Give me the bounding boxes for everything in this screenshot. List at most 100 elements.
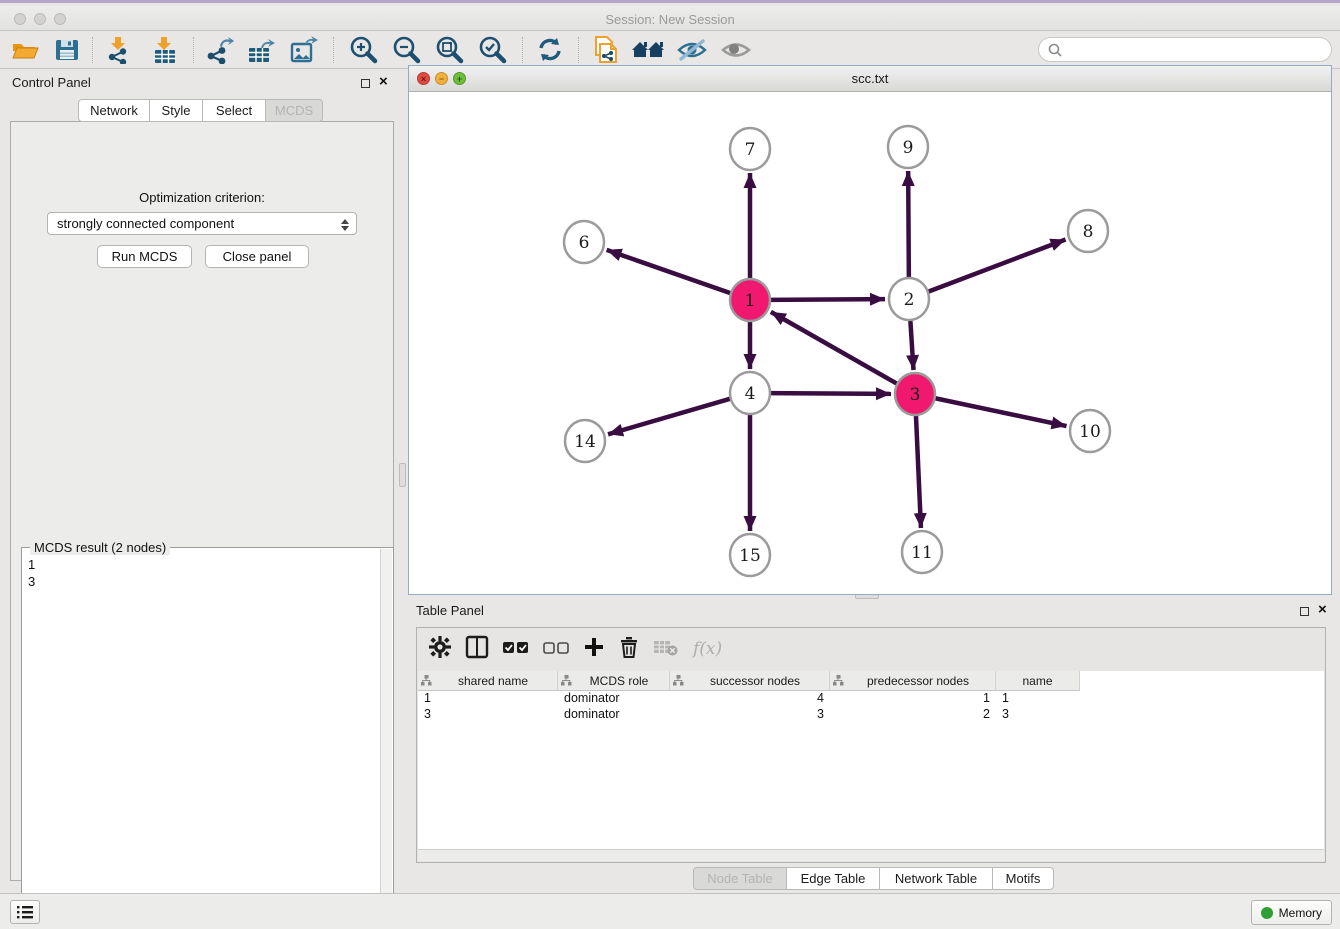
mcds-result-item: 1 xyxy=(28,556,35,573)
control-panel: Control Panel × NetworkStyleSelectMCDS O… xyxy=(8,71,397,887)
tab-node-table[interactable]: Node Table xyxy=(693,867,787,890)
node-label-3: 3 xyxy=(910,385,921,405)
float-panel-icon[interactable] xyxy=(361,79,370,88)
control-panel-tabs: NetworkStyleSelectMCDS xyxy=(78,99,323,122)
edge-4-3[interactable] xyxy=(770,393,891,394)
table-panel-tabs: Node TableEdge TableNetwork TableMotifs xyxy=(693,867,1054,890)
edge-2-9[interactable] xyxy=(908,171,909,279)
column-header-successor-nodes[interactable]: successor nodes xyxy=(670,671,830,691)
delete-row-icon[interactable] xyxy=(619,635,639,664)
edge-2-8[interactable] xyxy=(928,240,1066,292)
toolbar-separator xyxy=(92,37,93,63)
delete-table-icon[interactable] xyxy=(653,637,679,662)
tab-edge-table[interactable]: Edge Table xyxy=(786,867,880,890)
edge-1-2[interactable] xyxy=(770,299,885,300)
toolbar-separator xyxy=(193,37,194,63)
application-window: Session: New Session xyxy=(0,0,1340,926)
add-row-icon[interactable] xyxy=(583,636,605,663)
node-label-15: 15 xyxy=(739,546,761,566)
tab-motifs[interactable]: Motifs xyxy=(992,867,1054,890)
import-network-icon[interactable] xyxy=(103,34,137,66)
tab-network-table[interactable]: Network Table xyxy=(879,867,993,890)
node-14[interactable]: 14 xyxy=(565,420,605,462)
task-history-button[interactable] xyxy=(10,900,40,924)
memory-button[interactable]: Memory xyxy=(1251,900,1332,925)
column-header-shared-name[interactable]: shared name xyxy=(418,671,558,691)
control-panel-title: Control Panel xyxy=(12,75,91,90)
node-7[interactable]: 7 xyxy=(730,128,770,170)
search-field[interactable] xyxy=(1038,37,1332,62)
show-all-icon[interactable] xyxy=(719,34,753,66)
column-tree-icon xyxy=(561,675,572,686)
node-4[interactable]: 4 xyxy=(730,372,770,414)
hide-selected-icon[interactable] xyxy=(675,34,709,66)
select-all-icon[interactable] xyxy=(503,640,529,659)
close-table-panel-icon[interactable]: × xyxy=(1318,605,1327,615)
criterion-select[interactable]: strongly connected component xyxy=(47,212,357,235)
node-9[interactable]: 9 xyxy=(888,126,928,168)
save-session-icon[interactable] xyxy=(50,34,84,66)
node-label-7: 7 xyxy=(745,140,756,160)
vertical-splitter-handle[interactable] xyxy=(399,463,406,487)
network-graph: 7 9 6 8 1 2 4 3 14 10 15 11 xyxy=(409,92,1331,594)
node-10[interactable]: 10 xyxy=(1070,410,1110,452)
search-input[interactable] xyxy=(1063,42,1331,57)
table-cell: 1 xyxy=(830,691,996,707)
table-row[interactable]: 3dominator323 xyxy=(418,707,1324,723)
column-tree-icon xyxy=(421,675,432,686)
table-cell: 4 xyxy=(670,691,830,707)
refresh-icon[interactable] xyxy=(533,34,567,66)
node-2[interactable]: 2 xyxy=(889,278,929,320)
table-row[interactable]: 1dominator411 xyxy=(418,691,1324,707)
edge-3-10[interactable] xyxy=(935,398,1067,426)
node-table[interactable]: shared nameMCDS rolesuccessor nodesprede… xyxy=(418,671,1324,849)
result-scrollbar[interactable] xyxy=(380,549,392,921)
network-window-titlebar[interactable]: × − + scc.txt xyxy=(409,66,1331,92)
run-mcds-button[interactable]: Run MCDS xyxy=(97,245,192,268)
close-panel-icon[interactable]: × xyxy=(379,77,388,87)
tab-style[interactable]: Style xyxy=(149,99,203,122)
tab-select[interactable]: Select xyxy=(202,99,266,122)
tab-network[interactable]: Network xyxy=(78,99,150,122)
node-11[interactable]: 11 xyxy=(902,531,942,573)
edge-3-11[interactable] xyxy=(916,414,921,528)
function-builder-icon[interactable]: f(x) xyxy=(693,639,722,659)
network-canvas[interactable]: 7 9 6 8 1 2 4 3 14 10 15 11 xyxy=(409,92,1331,594)
float-table-panel-icon[interactable] xyxy=(1300,607,1309,616)
tab-mcds[interactable]: MCDS xyxy=(265,99,323,122)
column-tree-icon xyxy=(673,675,684,686)
first-neighbors-icon[interactable] xyxy=(630,34,664,66)
zoom-out-icon[interactable] xyxy=(389,34,423,66)
export-table-icon[interactable] xyxy=(245,34,279,66)
deselect-all-icon[interactable] xyxy=(543,640,569,659)
node-label-14: 14 xyxy=(574,432,596,452)
edge-4-14[interactable] xyxy=(608,399,731,435)
zoom-fit-icon[interactable] xyxy=(432,34,466,66)
node-6[interactable]: 6 xyxy=(564,221,604,263)
close-panel-button[interactable]: Close panel xyxy=(205,245,309,268)
select-stepper-icon xyxy=(338,216,351,233)
duplicate-network-icon[interactable] xyxy=(589,34,623,66)
edge-1-6[interactable] xyxy=(607,250,731,293)
edge-2-3[interactable] xyxy=(910,319,913,370)
zoom-selected-icon[interactable] xyxy=(475,34,509,66)
node-3[interactable]: 3 xyxy=(895,373,935,415)
open-session-icon[interactable] xyxy=(8,34,42,66)
edge-3-1[interactable] xyxy=(771,312,898,384)
column-header-name[interactable]: name xyxy=(996,671,1080,691)
settings-gear-icon[interactable] xyxy=(429,636,451,663)
column-resize-icon[interactable] xyxy=(465,635,489,664)
export-network-icon[interactable] xyxy=(203,34,237,66)
node-15[interactable]: 15 xyxy=(730,534,770,576)
column-header-mcds-role[interactable]: MCDS role xyxy=(558,671,670,691)
table-scrollbar[interactable] xyxy=(418,849,1324,861)
column-header-predecessor-nodes[interactable]: predecessor nodes xyxy=(830,671,996,691)
import-table-icon[interactable] xyxy=(149,34,183,66)
table-header-row: shared nameMCDS rolesuccessor nodesprede… xyxy=(418,671,1324,691)
node-8[interactable]: 8 xyxy=(1068,210,1108,252)
export-image-icon[interactable] xyxy=(288,34,322,66)
node-label-11: 11 xyxy=(911,543,933,563)
node-1[interactable]: 1 xyxy=(730,279,770,321)
zoom-in-icon[interactable] xyxy=(346,34,380,66)
toolbar-separator xyxy=(522,37,523,63)
